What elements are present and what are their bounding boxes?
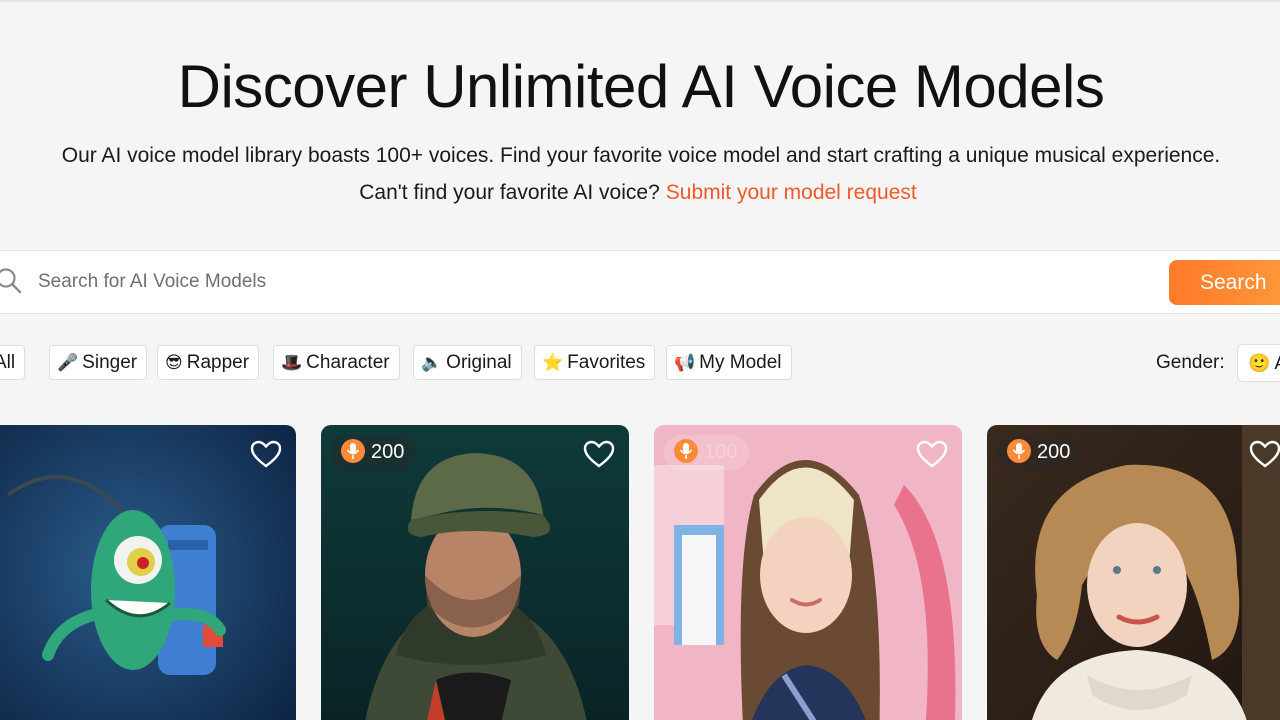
heart-icon[interactable]	[250, 439, 282, 469]
usage-count: 200	[1037, 441, 1071, 463]
filter-label: My Model	[699, 352, 782, 373]
voice-model-card[interactable]: 100	[654, 425, 962, 720]
heart-icon[interactable]	[1249, 439, 1280, 469]
filter-all[interactable]: All	[0, 345, 26, 380]
filter-rapper[interactable]: 😎 Rapper	[157, 345, 260, 380]
microphone-icon: 🎤	[57, 353, 79, 372]
usage-badge: 200	[997, 435, 1083, 470]
filter-my-model[interactable]: 📢 My Model	[666, 345, 792, 380]
filter-label: Rapper	[186, 352, 250, 373]
filter-label: Character	[306, 352, 390, 373]
voice-model-card[interactable]: 200	[321, 425, 629, 720]
microphone-icon	[674, 439, 698, 463]
gender-label: Gender:	[1156, 352, 1225, 373]
voice-model-card[interactable]: 200	[987, 425, 1280, 720]
sunglasses-face-icon: 😎	[165, 353, 183, 372]
search-icon	[0, 268, 22, 294]
search-button[interactable]: Search	[1169, 260, 1280, 305]
voice-model-card[interactable]	[0, 425, 296, 720]
star-icon: ⭐	[542, 353, 564, 372]
filter-original[interactable]: 🔈 Original	[413, 345, 522, 380]
heart-icon[interactable]	[583, 439, 615, 469]
filter-label: Favorites	[567, 352, 646, 373]
usage-count: 200	[371, 441, 405, 463]
megaphone-icon: 📢	[674, 353, 696, 372]
page-title: Discover Unlimited AI Voice Models	[177, 53, 1105, 120]
heart-icon[interactable]	[916, 439, 948, 469]
filter-label: Singer	[82, 352, 138, 373]
speaker-icon: 🔈	[421, 353, 443, 372]
gender-selected-value: A	[1274, 353, 1280, 373]
page-subtitle: Our AI voice model library boasts 100+ v…	[61, 144, 1221, 167]
gender-emoji: 🙂	[1248, 353, 1271, 373]
model-thumbnail	[0, 425, 296, 720]
filter-singer[interactable]: 🎤 Singer	[49, 345, 148, 380]
filter-label: All	[0, 352, 16, 373]
model-request-prompt: Can't find your favorite AI voice?	[359, 181, 660, 204]
top-hat-icon: 🎩	[281, 353, 303, 372]
filter-favorites[interactable]: ⭐ Favorites	[534, 345, 656, 380]
filter-character[interactable]: 🎩 Character	[273, 345, 400, 380]
microphone-icon	[341, 439, 365, 463]
top-divider	[0, 0, 1280, 2]
usage-count: 100	[704, 441, 738, 463]
usage-badge: 200	[331, 435, 417, 470]
usage-badge: 100	[664, 435, 750, 470]
filter-label: Original	[446, 352, 512, 373]
submit-model-request-link[interactable]: Submit your model request	[666, 181, 917, 204]
model-request-line: Can't find your favorite AI voice? Submit…	[0, 181, 1276, 205]
gender-select[interactable]: 🙂 A	[1237, 344, 1280, 382]
microphone-icon	[1007, 439, 1031, 463]
search-input[interactable]	[38, 266, 1148, 298]
